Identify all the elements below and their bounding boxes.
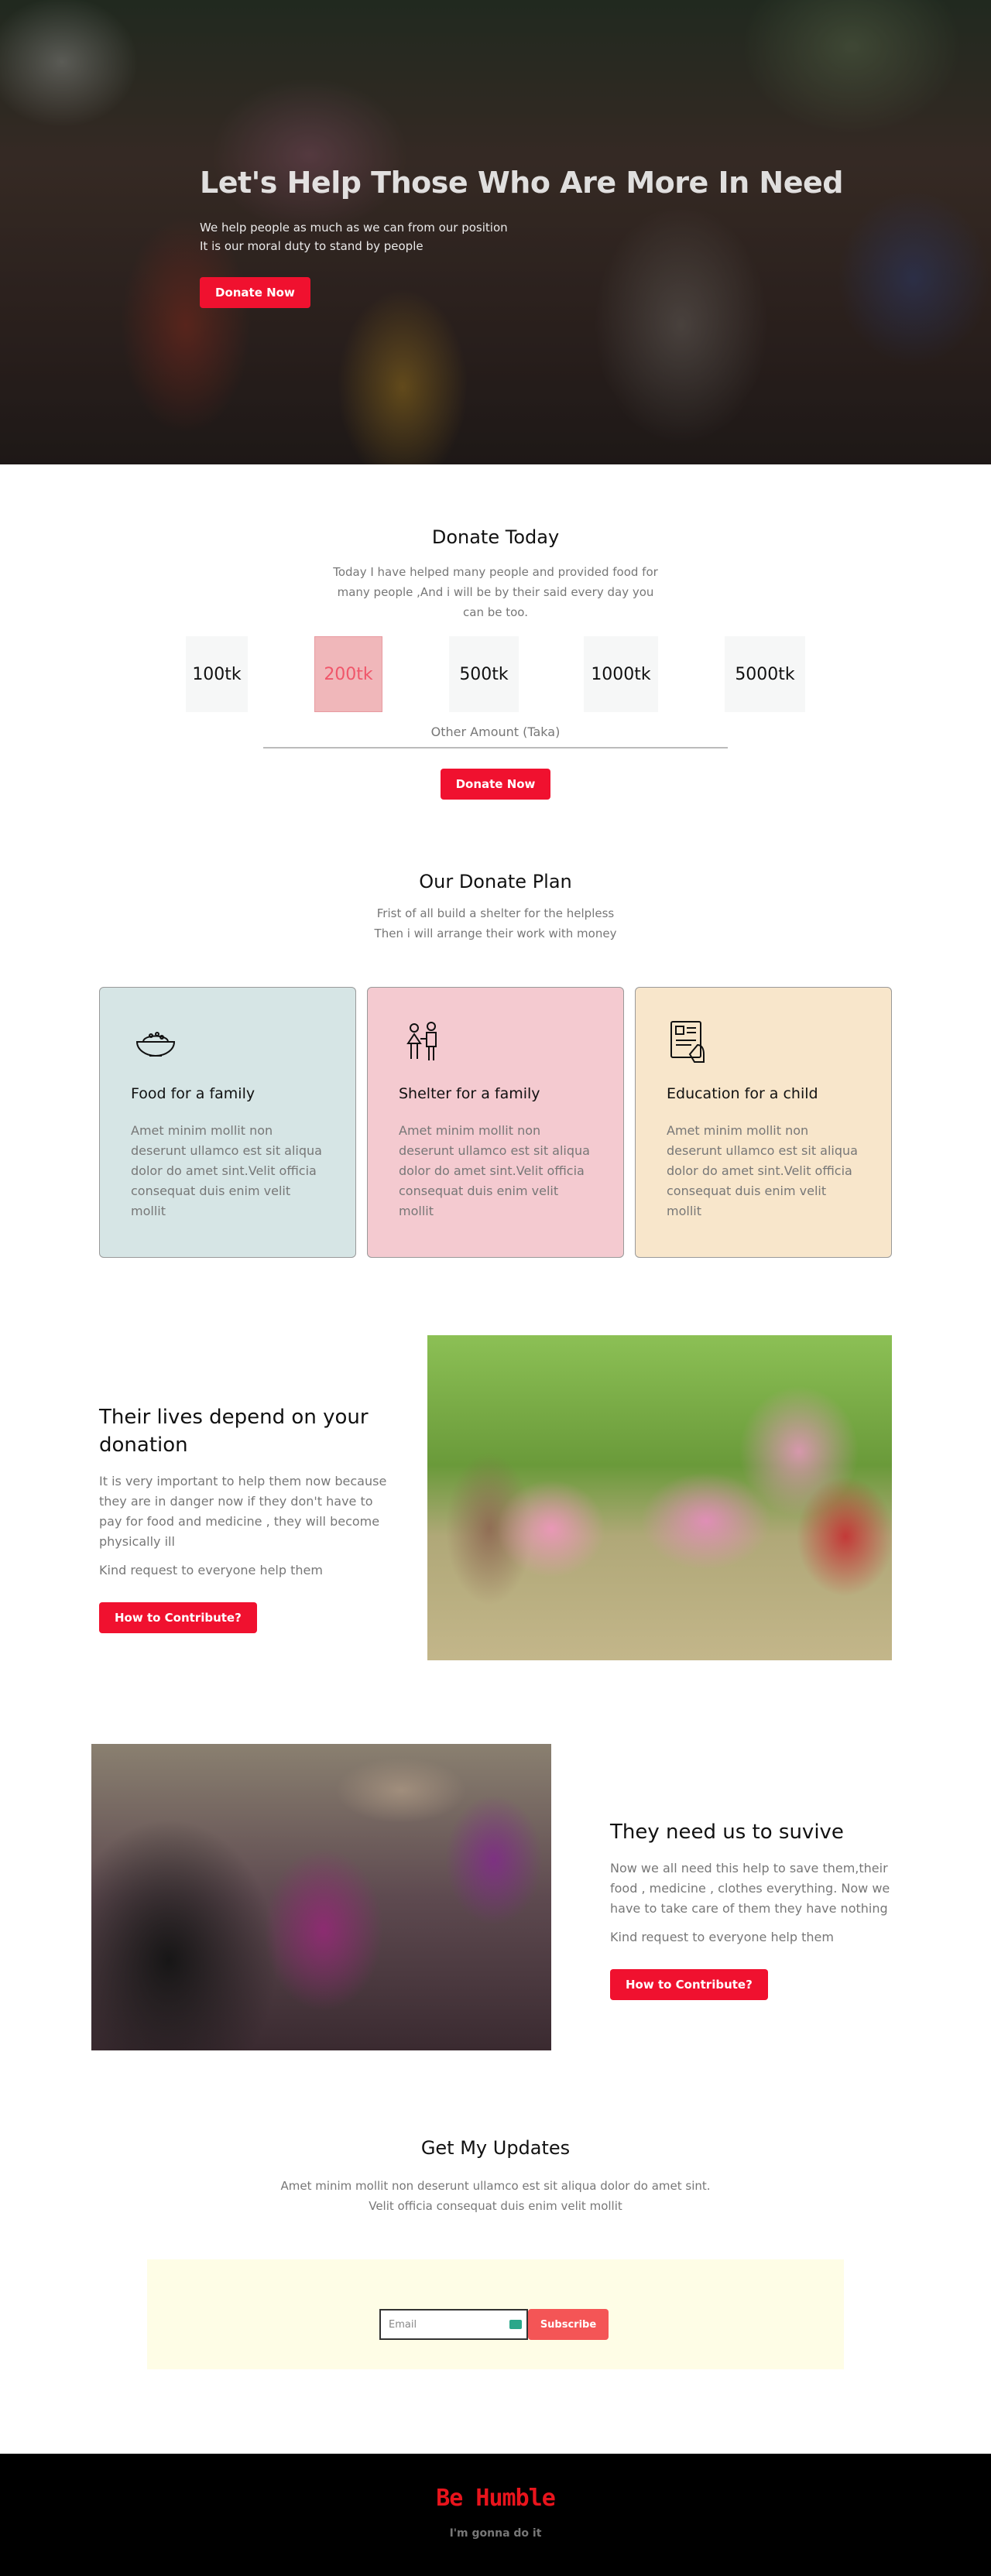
updates-title: Get My Updates	[420, 2137, 571, 2159]
feature1-contribute-button[interactable]: How to Contribute?	[99, 1602, 257, 1633]
feature2-note: Kind request to everyone help them	[610, 1930, 834, 1944]
feature-section-1: Their lives depend on your donation It i…	[0, 1335, 991, 1660]
amount-options: 100tk 200tk 500tk 1000tk 5000tk	[0, 636, 991, 714]
feature1-content: Their lives depend on your donation It i…	[99, 1403, 393, 1633]
plan-desc-line2: Then i will arrange their work with mone…	[374, 927, 617, 940]
updates-desc-line2: Velit officia consequat duis enim velit …	[369, 2199, 622, 2213]
plan-section: Our Donate Plan Frist of all build a she…	[0, 800, 991, 1258]
food-bowl-icon	[135, 1032, 176, 1057]
updates-desc-line1: Amet minim mollit non deserunt ullamco e…	[280, 2179, 711, 2193]
plan-title: Our Donate Plan	[419, 871, 572, 892]
plan-card-shelter-title: Shelter for a family	[399, 1085, 540, 1102]
feature-section-2: They need us to suvive Now we all need t…	[0, 1744, 991, 2050]
feature1-note: Kind request to everyone help them	[99, 1563, 323, 1577]
updates-section: Get My Updates Amet minim mollit non des…	[0, 2050, 991, 2369]
plan-description: Frist of all build a shelter for the hel…	[0, 903, 991, 944]
subscribe-box: Subscribe	[147, 2259, 844, 2369]
market-photo	[91, 1744, 551, 2050]
amount-option-1000[interactable]: 1000tk	[584, 636, 658, 712]
hero-section: Let's Help Those Who Are More In Need We…	[0, 0, 991, 464]
hero-content: Let's Help Those Who Are More In Need We…	[200, 166, 843, 308]
other-amount-input[interactable]	[263, 747, 728, 748]
plan-card-education: Education for a child Amet minim mollit …	[635, 987, 892, 1258]
footer-logo[interactable]: Be Humble	[0, 2454, 991, 2512]
hero-subtitle-line1: We help people as much as we can from ou…	[200, 221, 508, 235]
feature2-content: They need us to suvive Now we all need t…	[610, 1818, 897, 2000]
plan-card-food: Food for a family Amet minim mollit non …	[99, 987, 356, 1258]
feature2-contribute-button[interactable]: How to Contribute?	[610, 1969, 768, 2000]
feature1-text: It is very important to help them now be…	[99, 1474, 387, 1549]
plan-card-food-text: Amet minim mollit non deserunt ullamco e…	[131, 1123, 322, 1218]
other-amount-label: Other Amount (Taka)	[430, 724, 561, 739]
donate-now-button[interactable]: Donate Now	[440, 769, 551, 800]
plan-card-education-title: Education for a child	[667, 1085, 818, 1102]
donate-title: Donate Today	[431, 526, 560, 548]
hero-subtitle-line2: It is our moral duty to stand by people	[200, 239, 423, 253]
hero-title: Let's Help Those Who Are More In Need	[200, 166, 843, 200]
hero-subtitle: We help people as much as we can from ou…	[200, 218, 843, 255]
plan-card-shelter: Shelter for a family Amet minim mollit n…	[367, 987, 624, 1258]
feature2-text: Now we all need this help to save them,t…	[610, 1861, 890, 1916]
footer-tagline: I'm gonna do it	[449, 2527, 542, 2540]
email-field	[379, 2309, 528, 2340]
donate-section: Donate Today Today I have helped many pe…	[0, 464, 991, 800]
amount-option-200[interactable]: 200tk	[314, 636, 382, 712]
email-icon	[509, 2320, 522, 2329]
subscribe-form: Subscribe	[379, 2309, 609, 2340]
amount-option-100[interactable]: 100tk	[186, 636, 248, 712]
email-input[interactable]	[389, 2318, 505, 2331]
plan-card-shelter-text: Amet minim mollit non deserunt ullamco e…	[399, 1123, 590, 1218]
plan-card-education-text: Amet minim mollit non deserunt ullamco e…	[667, 1123, 858, 1218]
hero-donate-button[interactable]: Donate Now	[200, 277, 310, 308]
amount-option-5000[interactable]: 5000tk	[725, 636, 805, 712]
subscribe-button[interactable]: Subscribe	[528, 2309, 609, 2340]
flood-relief-photo	[427, 1335, 892, 1660]
education-icon	[670, 1021, 705, 1063]
family-icon	[406, 1022, 437, 1060]
plan-desc-line1: Frist of all build a shelter for the hel…	[376, 906, 615, 920]
plan-card-food-title: Food for a family	[131, 1085, 255, 1102]
feature1-title: Their lives depend on your donation	[99, 1406, 369, 1457]
updates-description: Amet minim mollit non deserunt ullamco e…	[0, 2176, 991, 2216]
footer: Be Humble I'm gonna do it	[0, 2454, 991, 2576]
feature2-title: They need us to suvive	[610, 1821, 844, 1844]
amount-option-500[interactable]: 500tk	[449, 636, 519, 712]
plan-cards: Food for a family Amet minim mollit non …	[0, 987, 991, 1258]
page: Let's Help Those Who Are More In Need We…	[0, 0, 991, 2576]
donate-description: Today I have helped many people and prov…	[333, 565, 658, 619]
